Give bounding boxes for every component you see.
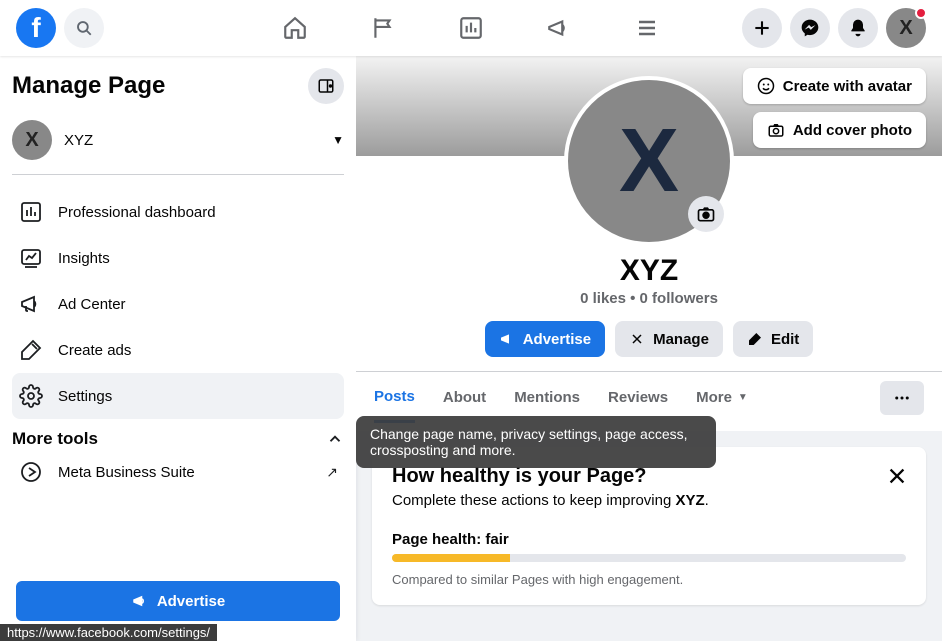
sidebar-item-label: Professional dashboard	[58, 204, 216, 221]
page-switcher[interactable]: X XYZ ▼	[12, 120, 344, 160]
messenger-icon	[800, 18, 820, 38]
chevron-down-icon: ▼	[738, 392, 748, 403]
camera-icon	[767, 121, 785, 139]
health-meter-fill	[392, 554, 510, 562]
cover-btn-label: Create with avatar	[783, 78, 912, 95]
external-link-icon: ↗	[326, 464, 338, 481]
messenger-button[interactable]	[790, 8, 830, 48]
settings-tooltip: Change page name, privacy settings, page…	[356, 416, 716, 468]
sidebar-item-label: Insights	[58, 250, 110, 267]
profile-edit-button[interactable]: Edit	[733, 321, 813, 357]
bell-icon	[848, 18, 868, 38]
btn-label: Manage	[653, 331, 709, 348]
avatar-emoji-icon	[757, 77, 775, 95]
notification-dot-icon	[915, 7, 927, 19]
profile-advertise-button[interactable]: Advertise	[485, 321, 605, 357]
more-tools-toggle[interactable]: More tools	[12, 429, 344, 449]
page-avatar: X	[12, 120, 52, 160]
create-with-avatar-button[interactable]: Create with avatar	[743, 68, 926, 104]
search-button[interactable]	[64, 8, 104, 48]
sidebar-item-label: Ad Center	[58, 296, 126, 313]
topbar: f X	[0, 0, 942, 56]
add-cover-photo-button[interactable]: Add cover photo	[753, 112, 926, 148]
main: Create with avatar Add cover photo X XYZ…	[356, 56, 942, 641]
camera-icon	[696, 204, 716, 224]
sidebar-item-insights[interactable]: Insights	[12, 235, 344, 281]
health-meter	[392, 554, 906, 562]
pencil-icon	[747, 331, 763, 347]
nav-dashboard[interactable]	[457, 14, 485, 42]
nav-pages[interactable]	[369, 14, 397, 42]
sidebar-item-meta-business-suite[interactable]: Meta Business Suite ↗	[12, 449, 344, 495]
account-avatar[interactable]: X	[886, 8, 926, 48]
btn-label: Edit	[771, 331, 799, 348]
sidebar-collapse-button[interactable]	[308, 68, 344, 104]
tools-icon	[629, 331, 645, 347]
page-health-card: How healthy is your Page? Complete these…	[372, 447, 926, 605]
chevron-down-icon: ▼	[332, 133, 344, 147]
panel-icon	[317, 77, 335, 95]
profile-avatar[interactable]: X	[564, 76, 734, 246]
tab-more-label: More	[696, 389, 732, 406]
sidebar-item-professional-dashboard[interactable]: Professional dashboard	[12, 189, 344, 235]
card-close-button[interactable]	[882, 461, 912, 491]
sidebar-advertise-button[interactable]: Advertise	[16, 581, 340, 621]
card-title: How healthy is your Page?	[392, 465, 906, 488]
meta-suite-icon	[18, 459, 44, 485]
sidebar-item-create-ads[interactable]: Create ads	[12, 327, 344, 373]
nav-menu[interactable]	[633, 14, 661, 42]
search-icon	[75, 19, 93, 37]
notifications-button[interactable]	[838, 8, 878, 48]
sidebar-item-settings[interactable]: Settings	[12, 373, 344, 419]
page-switcher-label: XYZ	[64, 132, 93, 149]
sidebar: Manage Page X XYZ ▼ Professional dashboa…	[0, 56, 356, 641]
sidebar-item-label: Create ads	[58, 342, 131, 359]
health-compare: Compared to similar Pages with high enga…	[392, 572, 906, 587]
more-tools-label: More tools	[12, 429, 98, 449]
create-button[interactable]	[742, 8, 782, 48]
gear-icon	[18, 383, 44, 409]
profile-actions: Advertise Manage Edit	[485, 321, 814, 357]
change-avatar-button[interactable]	[688, 196, 724, 232]
card-subtitle: Complete these actions to keep improving…	[392, 492, 906, 509]
profile-stats: 0 likes • 0 followers	[580, 290, 718, 307]
create-ads-icon	[18, 337, 44, 363]
nav-ad-center[interactable]	[545, 14, 573, 42]
sidebar-item-ad-center[interactable]: Ad Center	[12, 281, 344, 327]
close-icon	[886, 465, 908, 487]
sidebar-title: Manage Page	[12, 72, 165, 100]
nav-home[interactable]	[281, 14, 309, 42]
health-label: Page health: fair	[392, 531, 906, 548]
btn-label: Advertise	[523, 331, 591, 348]
megaphone-icon	[131, 592, 149, 610]
megaphone-icon	[18, 291, 44, 317]
avatar-letter: X	[619, 110, 679, 213]
dots-icon	[893, 389, 911, 407]
chevron-up-icon	[326, 430, 344, 448]
advertise-label: Advertise	[157, 593, 225, 610]
profile-header: X XYZ 0 likes • 0 followers Advertise Ma…	[356, 156, 942, 431]
tab-overflow-button[interactable]	[880, 381, 924, 415]
divider	[12, 174, 344, 175]
plus-icon	[752, 18, 772, 38]
dashboard-icon	[18, 199, 44, 225]
sidebar-item-label: Settings	[58, 388, 112, 405]
status-bar-url: https://www.facebook.com/settings/	[0, 624, 217, 641]
topbar-right: X	[742, 8, 926, 48]
insights-icon	[18, 245, 44, 271]
cover-btn-label: Add cover photo	[793, 122, 912, 139]
profile-name: XYZ	[620, 254, 678, 288]
megaphone-icon	[499, 331, 515, 347]
sidebar-item-label: Meta Business Suite	[58, 464, 195, 481]
facebook-logo[interactable]: f	[16, 8, 56, 48]
center-nav	[281, 14, 661, 42]
profile-manage-button[interactable]: Manage	[615, 321, 723, 357]
avatar-letter: X	[899, 17, 912, 40]
